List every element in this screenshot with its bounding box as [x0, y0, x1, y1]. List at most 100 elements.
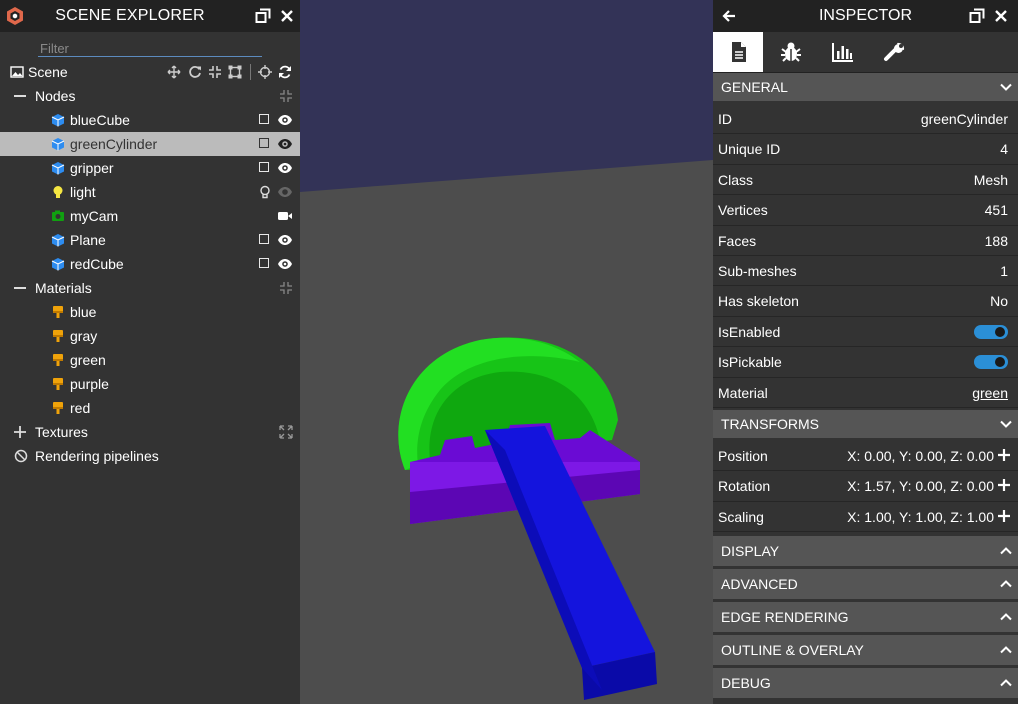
expand-plus-icon[interactable] — [13, 425, 27, 439]
node-label: blueCube — [70, 112, 130, 128]
image-icon — [10, 66, 24, 78]
prop-key: Has skeleton — [718, 293, 799, 310]
node-row-blueCube[interactable]: blueCube — [0, 108, 300, 132]
plus-icon[interactable] — [998, 448, 1010, 461]
section-transforms[interactable]: TRANSFORMS — [713, 409, 1018, 441]
material-row-green[interactable]: green — [0, 348, 300, 372]
bounding-box-checkbox[interactable] — [259, 162, 269, 172]
materials-list: blue gray green purple red — [0, 300, 300, 420]
material-row-purple[interactable]: purple — [0, 372, 300, 396]
chevron-up-icon[interactable] — [1000, 644, 1012, 656]
rendering-pipelines-row[interactable]: Rendering pipelines — [0, 444, 300, 468]
eye-icon[interactable] — [277, 113, 293, 127]
lightbulb-outline-icon[interactable] — [258, 185, 272, 199]
expand-arrows-icon[interactable] — [279, 425, 293, 439]
plus-icon[interactable] — [998, 509, 1010, 522]
nodes-list: blueCube greenCylinder gripper light myC… — [0, 108, 300, 276]
chevron-down-icon[interactable] — [1000, 81, 1012, 93]
refresh-icon[interactable] — [278, 65, 292, 79]
prop-row: Sub-meshes 1 — [713, 256, 1018, 287]
bounding-box-checkbox[interactable] — [259, 138, 269, 148]
material-row-red[interactable]: red — [0, 396, 300, 420]
chevron-up-icon[interactable] — [1000, 578, 1012, 590]
section-display[interactable]: DISPLAY — [713, 536, 1018, 567]
node-row-myCam[interactable]: myCam — [0, 204, 300, 228]
node-row-Plane[interactable]: Plane — [0, 228, 300, 252]
chevron-up-icon[interactable] — [1000, 677, 1012, 689]
scene-row[interactable]: Scene — [0, 60, 300, 84]
eye-icon[interactable] — [277, 161, 293, 175]
material-row-blue[interactable]: blue — [0, 300, 300, 324]
popout-icon[interactable] — [255, 8, 271, 24]
move-gizmo-icon[interactable] — [167, 65, 181, 79]
chevron-up-icon[interactable] — [1000, 545, 1012, 557]
transform-row-position: Position X: 0.00, Y: 0.00, Z: 0.00 — [713, 441, 1018, 472]
scale-gizmo-icon[interactable] — [208, 65, 222, 79]
prop-key: IsEnabled — [718, 323, 781, 340]
plus-icon[interactable] — [998, 479, 1010, 492]
section-general[interactable]: GENERAL — [713, 73, 1018, 104]
bounding-box-gizmo-icon[interactable] — [228, 65, 242, 79]
close-icon[interactable] — [279, 8, 295, 24]
tab-properties[interactable] — [713, 32, 763, 72]
lightbulb-icon — [53, 186, 63, 198]
collapse-minus-icon[interactable] — [14, 95, 26, 97]
vector-value: X: 1.57, Y: 0.00, Z: 0.00 — [847, 478, 994, 495]
prop-value: 451 — [984, 202, 1008, 219]
material-link[interactable]: green — [972, 378, 1008, 408]
paint-brush-icon — [53, 402, 63, 414]
node-row-greenCylinder[interactable]: greenCylinder — [0, 132, 300, 156]
prop-row: ID greenCylinder — [713, 104, 1018, 135]
isenabled-toggle[interactable] — [974, 324, 1008, 339]
node-label: Plane — [70, 232, 106, 248]
eye-icon[interactable] — [277, 233, 293, 247]
material-row-gray[interactable]: gray — [0, 324, 300, 348]
transform-row-rotation: Rotation X: 1.57, Y: 0.00, Z: 0.00 — [713, 471, 1018, 502]
bounding-box-checkbox[interactable] — [259, 258, 269, 268]
paint-brush-icon — [53, 306, 63, 318]
crosshair-icon[interactable] — [258, 65, 272, 79]
prop-row: Unique ID 4 — [713, 134, 1018, 165]
eye-icon[interactable] — [277, 137, 293, 151]
inspector-tabs — [713, 32, 1018, 73]
tab-debug[interactable] — [765, 32, 815, 72]
section-edge-rendering[interactable]: EDGE RENDERING — [713, 602, 1018, 633]
ispickable-toggle[interactable] — [974, 355, 1008, 370]
node-row-redCube[interactable]: redCube — [0, 252, 300, 276]
collapse-minus-icon[interactable] — [14, 287, 26, 289]
chevron-up-icon[interactable] — [1000, 611, 1012, 623]
compress-icon[interactable] — [279, 281, 293, 295]
cube-icon — [51, 114, 65, 127]
textures-group-row[interactable]: Textures — [0, 420, 300, 444]
inspector-header: INSPECTOR — [713, 0, 1018, 32]
cube-icon — [51, 138, 65, 151]
section-label: DISPLAY — [721, 543, 780, 560]
prop-row: Has skeleton No — [713, 286, 1018, 317]
inspector-panel: INSPECTOR GENERAL ID greenCylinder Uniqu… — [713, 0, 1018, 704]
tab-tools[interactable] — [869, 32, 919, 72]
eye-icon[interactable] — [277, 257, 293, 271]
popout-icon[interactable] — [969, 8, 985, 24]
bounding-box-checkbox[interactable] — [259, 234, 269, 244]
rotate-gizmo-icon[interactable] — [188, 65, 202, 79]
section-outline-overlay[interactable]: OUTLINE & OVERLAY — [713, 635, 1018, 666]
prop-value: Mesh — [973, 171, 1008, 188]
chevron-down-icon[interactable] — [1000, 418, 1012, 430]
render-viewport[interactable] — [300, 0, 713, 704]
close-icon[interactable] — [993, 8, 1009, 24]
section-advanced[interactable]: ADVANCED — [713, 569, 1018, 600]
bounding-box-checkbox[interactable] — [259, 114, 269, 124]
materials-group-row[interactable]: Materials — [0, 276, 300, 300]
prop-key: Position — [718, 447, 768, 464]
compress-icon[interactable] — [279, 89, 293, 103]
node-row-light[interactable]: light — [0, 180, 300, 204]
tab-statistics[interactable] — [817, 32, 867, 72]
prop-key: Sub-meshes — [718, 262, 797, 279]
filter-input[interactable] — [38, 40, 262, 57]
node-row-gripper[interactable]: gripper — [0, 156, 300, 180]
eye-icon[interactable] — [277, 185, 293, 199]
cube-icon — [51, 162, 65, 175]
section-debug[interactable]: DEBUG — [713, 668, 1018, 699]
video-camera-icon[interactable] — [277, 209, 293, 223]
nodes-group-row[interactable]: Nodes — [0, 84, 300, 108]
